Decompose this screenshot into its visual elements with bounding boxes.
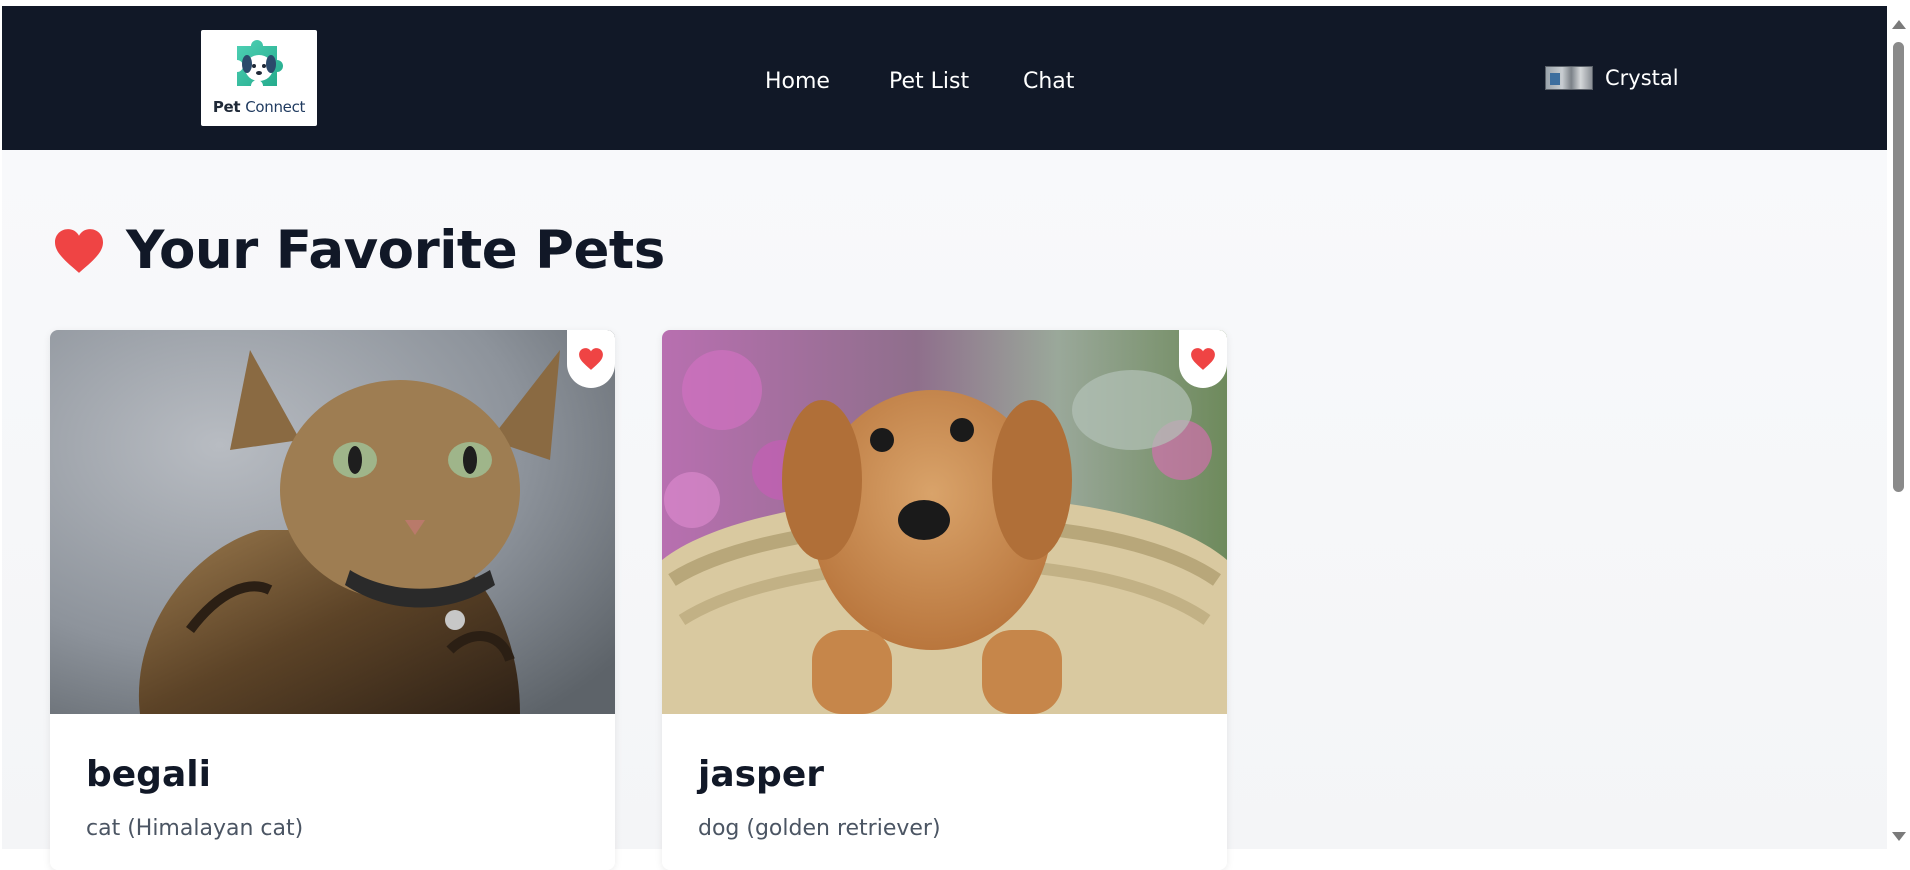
page-title: Your Favorite Pets [52, 220, 665, 281]
favorite-toggle-button[interactable] [567, 330, 615, 388]
nav-home[interactable]: Home [765, 69, 830, 94]
pet-card[interactable]: jasper dog (golden retriever) [662, 330, 1227, 870]
pet-card[interactable]: begali cat (Himalayan cat) [50, 330, 615, 870]
heart-icon [55, 228, 103, 273]
pet-name: begali [86, 754, 211, 795]
vertical-scrollbar[interactable] [1887, 6, 1910, 849]
logo-text-pet: Pet [212, 98, 241, 116]
scroll-down-arrow-icon[interactable] [1892, 832, 1906, 841]
heart-icon [1191, 348, 1215, 370]
nav-chat[interactable]: Chat [1023, 69, 1074, 94]
user-menu[interactable]: Crystal [1545, 66, 1679, 90]
puzzle-dog-logo-icon [237, 40, 283, 86]
tabby-cat-photo [50, 330, 615, 714]
page-title-text: Your Favorite Pets [126, 220, 665, 281]
pet-type: cat (Himalayan cat) [86, 816, 304, 841]
avatar [1545, 66, 1593, 90]
heart-icon [579, 348, 603, 370]
pet-connect-logo[interactable]: Pet Connect [201, 30, 317, 126]
logo-text: Pet Connect [201, 98, 317, 116]
golden-retriever-puppy-photo [662, 330, 1227, 714]
nav-pet-list[interactable]: Pet List [889, 69, 969, 94]
pet-name: jasper [698, 754, 824, 795]
logo-text-connect: Connect [245, 98, 306, 116]
username: Crystal [1605, 66, 1679, 90]
favorite-toggle-button[interactable] [1179, 330, 1227, 388]
pet-type: dog (golden retriever) [698, 816, 941, 841]
scroll-up-arrow-icon[interactable] [1892, 20, 1906, 29]
top-navbar: Pet Connect Home Pet List Chat Crystal [2, 6, 1887, 150]
scroll-thumb[interactable] [1893, 42, 1904, 492]
